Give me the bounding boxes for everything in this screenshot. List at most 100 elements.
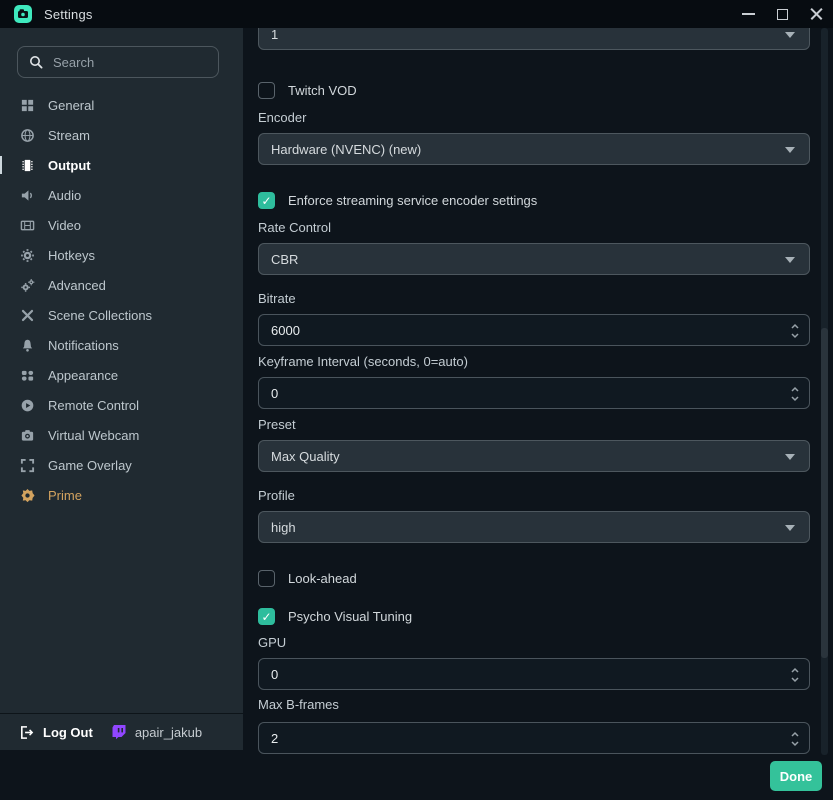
- sidebar-item-remote-control[interactable]: Remote Control: [0, 390, 243, 420]
- look-ahead-checkbox-row[interactable]: Look-ahead: [258, 570, 810, 587]
- keyframe-interval-input[interactable]: [259, 386, 809, 401]
- stepper-icon[interactable]: [789, 665, 801, 685]
- twitch-vod-checkbox-row[interactable]: Twitch VOD: [258, 82, 810, 99]
- maximize-icon: [777, 9, 788, 20]
- checkbox-label: Psycho Visual Tuning: [288, 609, 412, 624]
- badge-icon: [19, 487, 35, 503]
- sidebar-item-label: Audio: [48, 188, 81, 203]
- psycho-visual-checkbox-row[interactable]: ✓ Psycho Visual Tuning: [258, 608, 810, 625]
- rate-control-select[interactable]: CBR: [258, 243, 810, 275]
- profile-label: Profile: [258, 489, 810, 503]
- select-value: high: [271, 520, 296, 535]
- stepper-icon[interactable]: [789, 321, 801, 341]
- preset-select[interactable]: Max Quality: [258, 440, 810, 472]
- camera-icon: [19, 427, 35, 443]
- sidebar-item-audio[interactable]: Audio: [0, 180, 243, 210]
- sidebar-item-virtual-webcam[interactable]: Virtual Webcam: [0, 420, 243, 450]
- sidebar-item-prime[interactable]: Prime: [0, 480, 243, 510]
- sidebar-footer: Log Out apair_jakub: [0, 713, 243, 750]
- chevron-down-icon: [785, 525, 795, 531]
- logout-icon: [19, 725, 34, 740]
- done-button[interactable]: Done: [770, 761, 822, 791]
- checkbox-label: Enforce streaming service encoder settin…: [288, 193, 537, 208]
- sidebar-item-output[interactable]: Output: [0, 150, 243, 180]
- preset-label: Preset: [258, 418, 810, 432]
- window-title: Settings: [44, 7, 93, 22]
- logout-button[interactable]: Log Out: [19, 725, 93, 740]
- search-input[interactable]: Search: [17, 46, 219, 78]
- checkbox-label: Look-ahead: [288, 571, 357, 586]
- expand-icon: [19, 457, 35, 473]
- sidebar-item-label: Advanced: [48, 278, 106, 293]
- sidebar-item-appearance[interactable]: Appearance: [0, 360, 243, 390]
- sidebar-item-label: Output: [48, 158, 91, 173]
- search-placeholder: Search: [53, 55, 94, 70]
- sidebar-nav: General Stream Output: [0, 90, 243, 510]
- select-value: Max Quality: [271, 449, 340, 464]
- encoder-select[interactable]: Hardware (NVENC) (new): [258, 133, 810, 165]
- sidebar-item-general[interactable]: General: [0, 90, 243, 120]
- keyframe-interval-field: [258, 377, 810, 409]
- sidebar-item-label: Stream: [48, 128, 90, 143]
- close-icon: [810, 8, 823, 21]
- gpu-input[interactable]: [259, 667, 809, 682]
- maximize-button[interactable]: [765, 0, 799, 28]
- stepper-icon[interactable]: [789, 384, 801, 404]
- chevron-down-icon: [785, 147, 795, 153]
- close-button[interactable]: [799, 0, 833, 28]
- chevron-down-icon: [785, 257, 795, 263]
- settings-window: Settings Search: [0, 0, 833, 800]
- sidebar-item-video[interactable]: Video: [0, 210, 243, 240]
- tools-icon: [19, 307, 35, 323]
- twitch-icon: [111, 724, 127, 740]
- globe-icon: [19, 127, 35, 143]
- sidebar-item-advanced[interactable]: Advanced: [0, 270, 243, 300]
- sidebar-item-label: Game Overlay: [48, 458, 132, 473]
- chip-icon: [19, 157, 35, 173]
- max-b-frames-label: Max B-frames: [258, 698, 810, 712]
- profile-select[interactable]: high: [258, 511, 810, 543]
- sidebar-item-stream[interactable]: Stream: [0, 120, 243, 150]
- sidebar-item-label: General: [48, 98, 94, 113]
- encoder-label: Encoder: [258, 111, 810, 125]
- scrollbar-thumb[interactable]: [821, 328, 828, 658]
- minimize-icon: [742, 13, 755, 15]
- enforce-checkbox-row[interactable]: ✓ Enforce streaming service encoder sett…: [258, 192, 810, 209]
- gpu-field: [258, 658, 810, 690]
- max-b-frames-input[interactable]: [259, 731, 809, 746]
- bell-icon: [19, 337, 35, 353]
- rate-control-label: Rate Control: [258, 221, 810, 235]
- app-logo-icon: [14, 5, 32, 23]
- sidebar-item-game-overlay[interactable]: Game Overlay: [0, 450, 243, 480]
- select-value: CBR: [271, 252, 298, 267]
- audio-track-select[interactable]: 1: [258, 28, 810, 50]
- bitrate-field: [258, 314, 810, 346]
- scrollbar[interactable]: [821, 28, 828, 755]
- minimize-button[interactable]: [731, 0, 765, 28]
- select-value: 1: [271, 28, 278, 42]
- settings-content: 1 Twitch VOD Encoder Hardware (NVENC) (n…: [243, 28, 833, 800]
- keyframe-interval-label: Keyframe Interval (seconds, 0=auto): [258, 355, 810, 369]
- username-label: apair_jakub: [135, 725, 202, 740]
- sidebar-item-hotkeys[interactable]: Hotkeys: [0, 240, 243, 270]
- search-icon: [28, 54, 44, 70]
- title-bar: Settings: [0, 0, 833, 28]
- sidebar-item-notifications[interactable]: Notifications: [0, 330, 243, 360]
- max-b-frames-field: [258, 722, 810, 754]
- chevron-down-icon: [785, 32, 795, 38]
- checkbox-unchecked-icon[interactable]: [258, 570, 275, 587]
- sidebar-item-label: Notifications: [48, 338, 119, 353]
- stepper-icon[interactable]: [789, 729, 801, 749]
- checkbox-checked-icon[interactable]: ✓: [258, 192, 275, 209]
- grid-icon: [19, 97, 35, 113]
- sidebar-item-label: Remote Control: [48, 398, 139, 413]
- checkbox-unchecked-icon[interactable]: [258, 82, 275, 99]
- sidebar-item-label: Hotkeys: [48, 248, 95, 263]
- sidebar-item-scene-collections[interactable]: Scene Collections: [0, 300, 243, 330]
- account-info[interactable]: apair_jakub: [111, 724, 202, 740]
- tiles-icon: [19, 367, 35, 383]
- speaker-icon: [19, 187, 35, 203]
- bitrate-input[interactable]: [259, 323, 809, 338]
- checkbox-label: Twitch VOD: [288, 83, 357, 98]
- checkbox-checked-icon[interactable]: ✓: [258, 608, 275, 625]
